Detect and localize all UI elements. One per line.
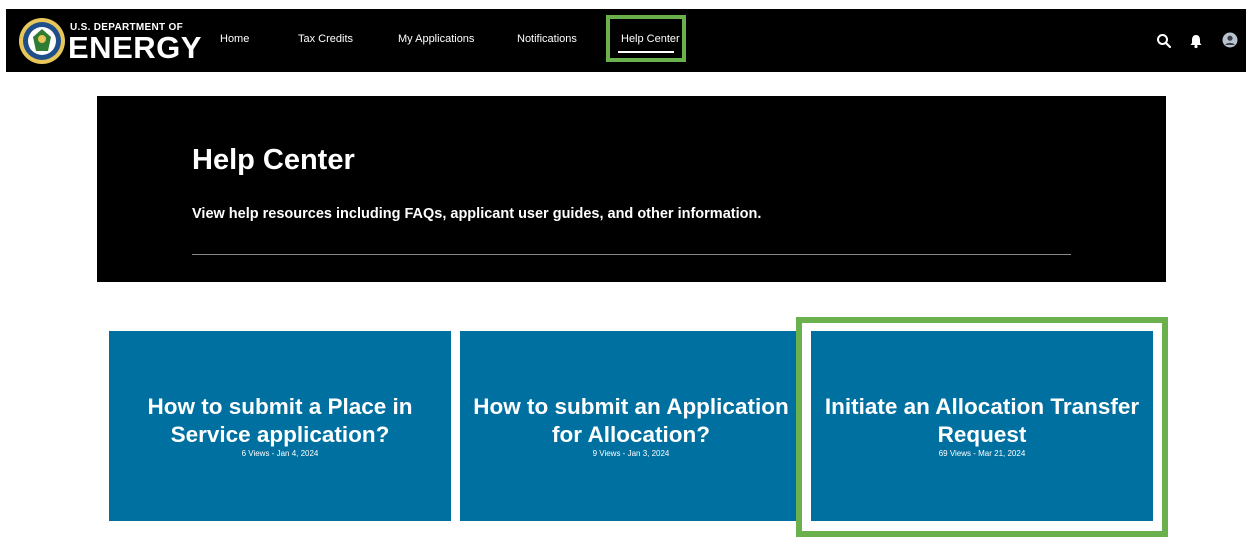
hero-divider xyxy=(192,254,1071,255)
nav-notifications[interactable]: Notifications xyxy=(517,33,577,45)
page-subtitle: View help resources including FAQs, appl… xyxy=(192,206,762,222)
card-title: How to submit an Application for Allocat… xyxy=(473,394,789,447)
card-meta: 6 Views - Jan 4, 2024 xyxy=(241,449,319,458)
card-title: Initiate an Allocation Transfer Request xyxy=(824,394,1140,447)
card-title: How to submit a Place in Service applica… xyxy=(147,394,413,447)
article-card-place-in-service[interactable]: How to submit a Place in Service applica… xyxy=(109,331,451,521)
help-center-hero: Help Center View help resources includin… xyxy=(97,96,1166,282)
page-title: Help Center xyxy=(192,144,355,176)
article-card-allocation-transfer[interactable]: Initiate an Allocation Transfer Request … xyxy=(811,331,1153,521)
doe-logo[interactable]: U.S. DEPARTMENT OF ENERGY xyxy=(18,17,201,65)
nav-help-center[interactable]: Help Center xyxy=(621,33,680,45)
nav-home[interactable]: Home xyxy=(220,33,249,45)
top-navigation-bar: U.S. DEPARTMENT OF ENERGY Home Tax Credi… xyxy=(6,9,1246,72)
card-meta: 69 Views - Mar 21, 2024 xyxy=(938,449,1026,458)
card-meta: 9 Views - Jan 3, 2024 xyxy=(592,449,670,458)
user-avatar-icon[interactable] xyxy=(1222,32,1238,48)
doe-seal-icon xyxy=(19,18,65,64)
search-icon[interactable] xyxy=(1156,33,1172,49)
active-nav-underline xyxy=(618,51,674,53)
bell-icon[interactable] xyxy=(1188,33,1204,49)
nav-my-applications[interactable]: My Applications xyxy=(398,33,474,45)
nav-tax-credits[interactable]: Tax Credits xyxy=(298,33,353,45)
article-card-application-for-allocation[interactable]: How to submit an Application for Allocat… xyxy=(460,331,802,521)
logo-main-text: ENERGY xyxy=(68,30,202,65)
